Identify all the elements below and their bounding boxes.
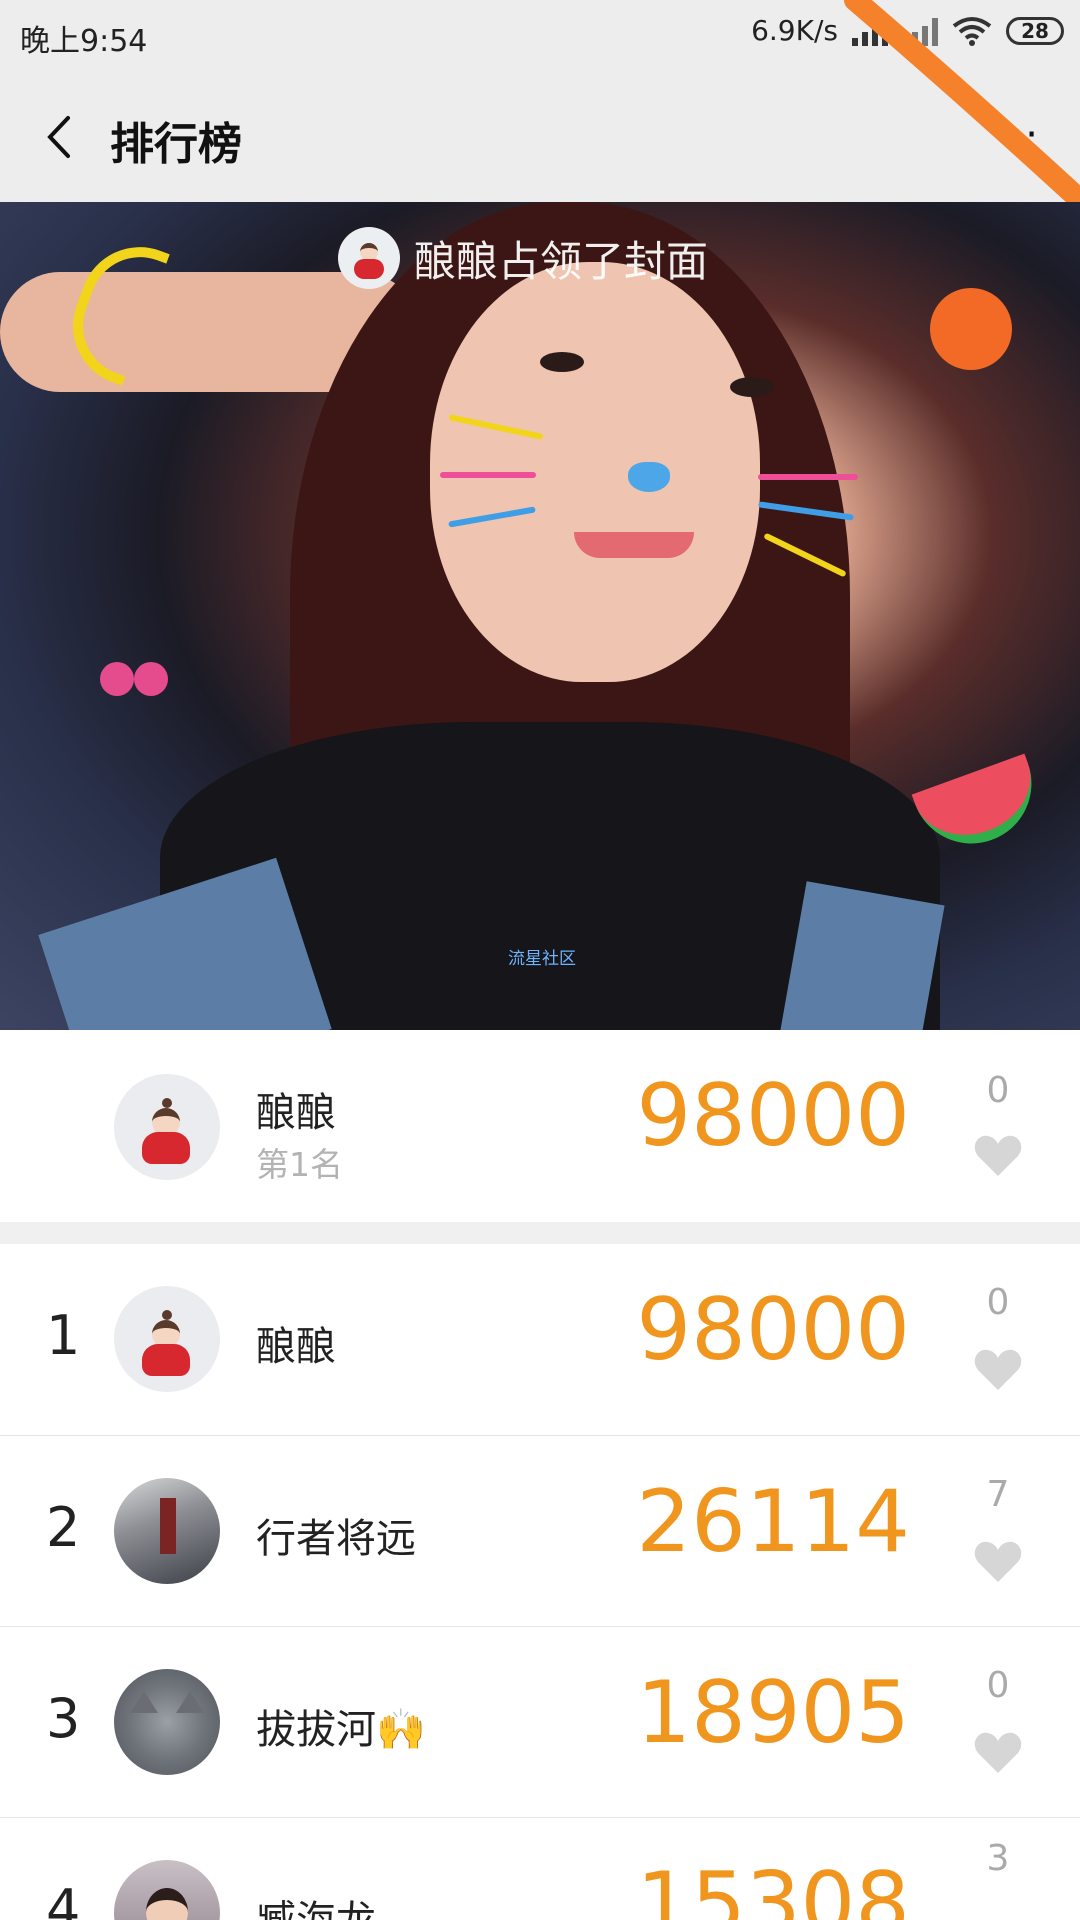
cover-banner: 酿酿占领了封面 [338, 226, 708, 290]
rank-number: 1 [46, 1304, 81, 1367]
my-rank-like-count: 0 [986, 1070, 1010, 1111]
nav-bar: 排行榜 ··· [0, 72, 1080, 202]
my-rank-score: 98000 [636, 1066, 910, 1166]
section-divider [0, 1222, 1080, 1244]
heart-icon[interactable] [974, 1731, 1022, 1775]
user-score: 18905 [636, 1663, 910, 1763]
user-name: 行者将远 [256, 1516, 416, 1562]
heart-icon[interactable] [974, 1540, 1022, 1584]
more-icon[interactable]: ··· [996, 112, 1040, 158]
whisker-pink-right [758, 474, 858, 480]
my-rank-card[interactable]: 酿酿 第1名 98000 0 [0, 1030, 1080, 1222]
orange-sticker [930, 288, 1012, 370]
user-score: 15308 [636, 1854, 910, 1920]
cover-mouth [574, 532, 694, 558]
user-name: 臧海龙 [256, 1888, 376, 1920]
avatar[interactable] [114, 1478, 220, 1584]
my-rank-name: 酿酿 [256, 1090, 336, 1136]
signal-icon-2 [902, 16, 938, 46]
cover-photo: 酿酿占领了封面 流星社区 [0, 202, 1080, 1030]
cover-nose-sticker [628, 462, 670, 492]
like-count: 0 [986, 1282, 1010, 1323]
avatar[interactable] [114, 1286, 220, 1392]
cherry-sticker [100, 662, 180, 702]
avatar[interactable] [114, 1860, 220, 1920]
signal-icon [852, 16, 888, 46]
like-count: 0 [986, 1665, 1010, 1706]
like-count: 7 [986, 1474, 1010, 1515]
cover-banner-avatar [338, 227, 400, 289]
status-right: 6.9K/s 28 [751, 14, 1064, 47]
cover-banner-text: 酿酿占领了封面 [414, 236, 709, 286]
status-bar: 晚上9:54 6.9K/s 28 [0, 0, 1080, 72]
user-name: 酿酿 [256, 1324, 336, 1370]
table-row[interactable]: 2 行者将远 26114 7 [0, 1436, 1080, 1626]
heart-icon[interactable] [974, 1134, 1022, 1178]
status-time: 晚上9:54 [20, 24, 148, 59]
wifi-icon [952, 16, 992, 46]
avatar[interactable] [114, 1074, 220, 1180]
whisker-pink-left [440, 472, 536, 478]
table-row[interactable]: 1 酿酿 98000 0 [0, 1244, 1080, 1434]
my-rank-position: 第1名 [256, 1145, 343, 1184]
cover-eye-left [540, 352, 584, 372]
watermark: 流星社区 [508, 949, 576, 969]
cover-eye-right [730, 377, 774, 397]
network-speed: 6.9K/s [751, 14, 838, 47]
user-name: 拔拔河🙌 [256, 1707, 426, 1753]
like-count: 3 [986, 1838, 1010, 1879]
rank-number: 3 [46, 1687, 81, 1750]
avatar[interactable] [114, 1669, 220, 1775]
rank-number: 2 [46, 1496, 81, 1559]
battery-indicator: 28 [1006, 16, 1064, 45]
rank-number: 4 [46, 1878, 81, 1920]
user-score: 98000 [636, 1280, 910, 1380]
table-row[interactable]: 4 臧海龙 15308 3 [0, 1818, 1080, 1920]
user-score: 26114 [636, 1472, 910, 1572]
back-arrow-icon[interactable] [36, 112, 86, 162]
page-title: 排行榜 [110, 119, 242, 170]
table-row[interactable]: 3 拔拔河🙌 18905 0 [0, 1627, 1080, 1817]
heart-icon[interactable] [974, 1348, 1022, 1392]
